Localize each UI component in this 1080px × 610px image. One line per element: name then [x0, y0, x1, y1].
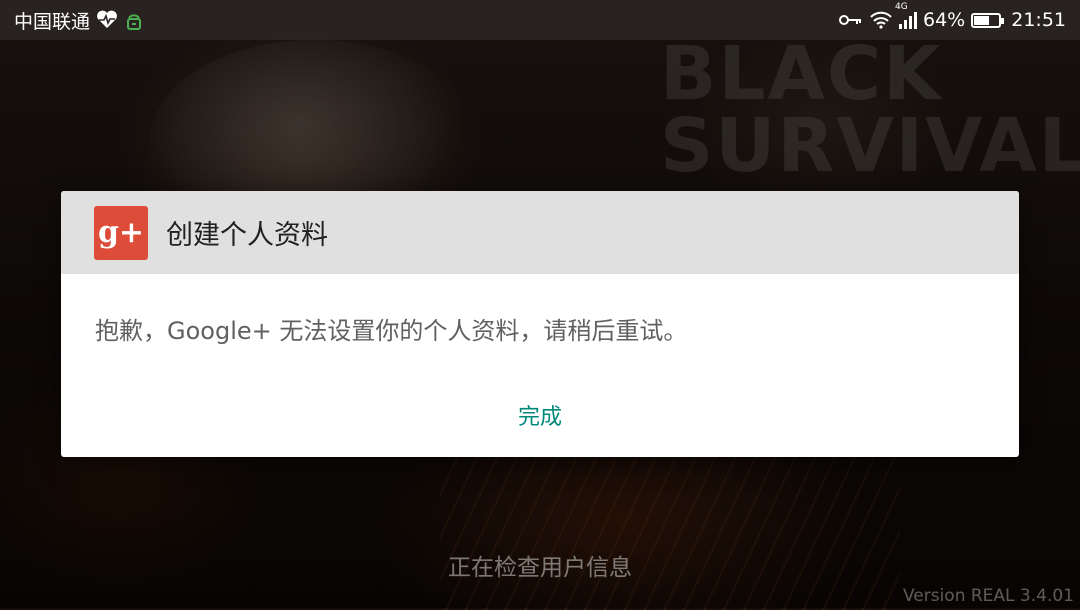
wifi-icon — [869, 11, 893, 29]
clock: 21:51 — [1011, 9, 1066, 31]
network-type: 4G — [895, 2, 908, 12]
dialog-title: 创建个人资料 — [166, 220, 328, 251]
battery-level — [974, 15, 990, 25]
battery-percent: 64% — [923, 9, 966, 31]
done-button[interactable]: 完成 — [502, 397, 578, 438]
dialog-message: 抱歉，Google+ 无法设置你的个人资料，请稍后重试。 — [95, 317, 688, 345]
heart-rate-icon — [96, 10, 118, 30]
create-profile-dialog: g+ 创建个人资料 抱歉，Google+ 无法设置你的个人资料，请稍后重试。 完… — [61, 191, 1019, 457]
dialog-action-bar: 完成 — [61, 399, 1019, 431]
status-bar-right: 4G 64% 21:51 — [839, 2, 1066, 31]
sync-icon — [124, 9, 144, 31]
google-plus-icon: g+ — [94, 205, 148, 260]
version-label: Version REAL 3.4.01 — [902, 586, 1074, 606]
status-bar-left: 中国联通 — [14, 7, 144, 34]
loading-status-text: 正在检查用户信息 — [448, 555, 632, 581]
carrier-name: 中国联通 — [14, 10, 91, 33]
signal-icon: 4G — [895, 2, 917, 29]
battery-icon — [971, 12, 1005, 28]
dialog-header: g+ 创建个人资料 — [61, 191, 1019, 274]
status-bar: 中国联通 4G 64% 21:51 — [0, 0, 1080, 40]
key-icon — [839, 13, 863, 27]
